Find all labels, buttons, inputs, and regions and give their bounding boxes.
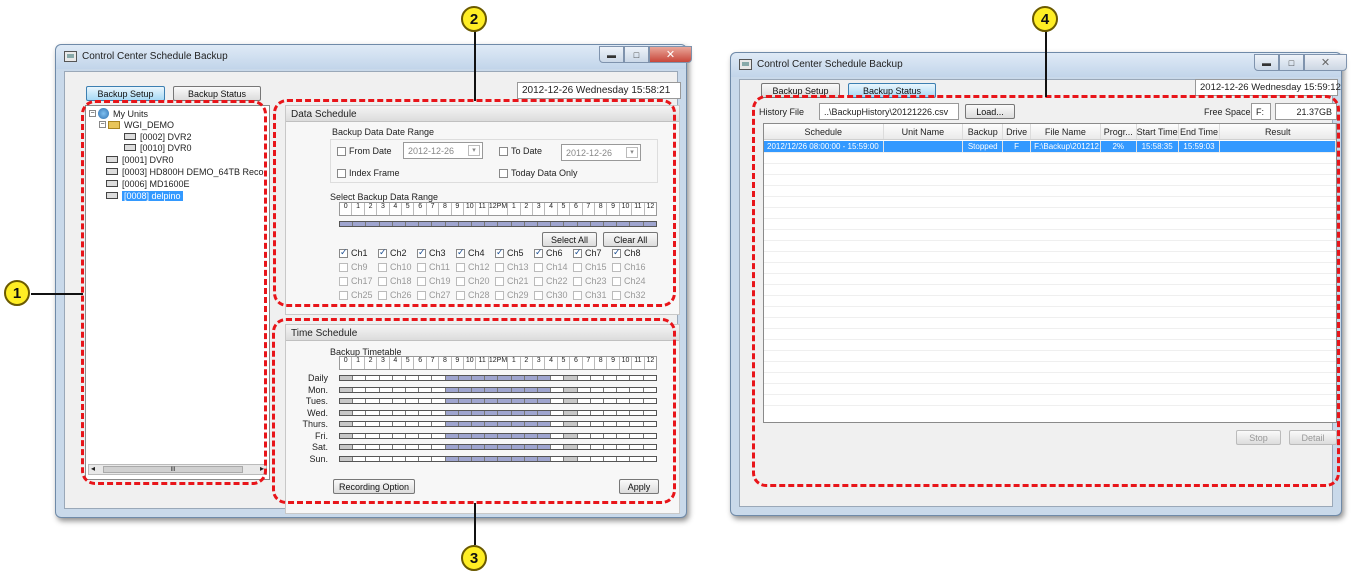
window-title: Control Center Schedule Backup [82,51,228,62]
title-bar[interactable]: Control Center Schedule Backup ▬ □ ✕ [731,53,1347,77]
leader-line-2 [474,31,476,101]
close-icon[interactable]: ✕ [1304,54,1347,71]
minimize-icon[interactable]: ▬ [1254,54,1279,71]
leader-line-4 [1045,31,1047,97]
window-title: Control Center Schedule Backup [757,59,903,70]
window-controls: ▬ □ ✕ [599,46,692,63]
tab-backup-status[interactable]: Backup Status [173,86,261,101]
leader-line-3 [474,503,476,545]
annotation-box-2 [273,99,676,307]
annotation-box-3 [272,318,676,504]
maximize-icon[interactable]: □ [624,46,649,63]
current-datetime: 2012-12-26 Wednesday 15:59:12 [1195,79,1341,96]
title-bar[interactable]: Control Center Schedule Backup ▬ □ ✕ [56,45,692,69]
annotation-box-1 [81,100,267,485]
app-icon [64,51,77,62]
close-icon[interactable]: ✕ [649,46,692,63]
minimize-icon[interactable]: ▬ [599,46,624,63]
leader-line-1 [31,293,83,295]
tab-backup-setup[interactable]: Backup Setup [86,86,165,101]
current-datetime: 2012-12-26 Wednesday 15:58:21 [517,82,681,99]
badge-2: 2 [461,6,487,32]
annotation-box-4 [752,95,1340,487]
badge-1: 1 [4,280,30,306]
window-controls: ▬ □ ✕ [1254,54,1347,71]
badge-3: 3 [461,545,487,571]
app-icon [739,59,752,70]
maximize-icon[interactable]: □ [1279,54,1304,71]
badge-4: 4 [1032,6,1058,32]
